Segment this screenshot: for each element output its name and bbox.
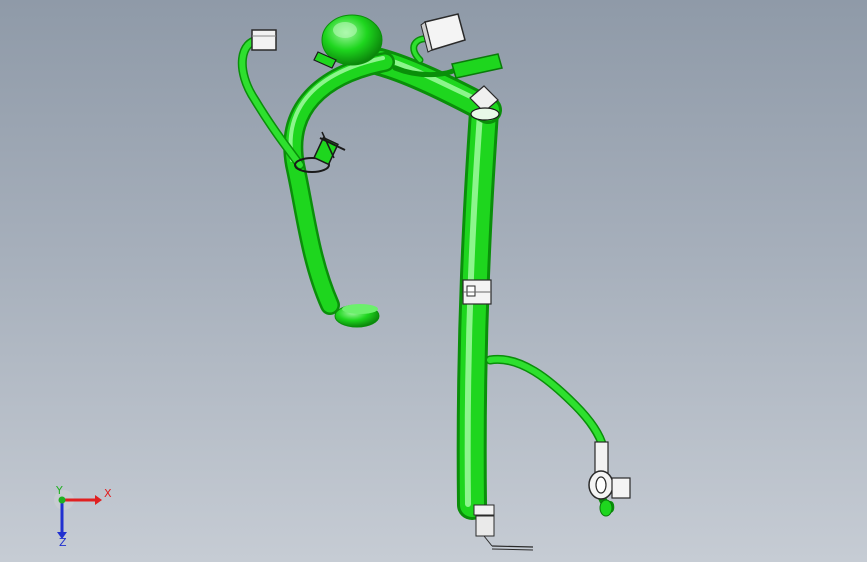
top-connector[interactable] xyxy=(420,13,466,53)
3d-viewport[interactable]: X Y Z xyxy=(0,0,867,562)
trunk-middle-clip[interactable] xyxy=(462,279,492,305)
bottom-connector[interactable] xyxy=(473,504,534,551)
left-arch-branch[interactable] xyxy=(283,52,395,315)
main-trunk[interactable] xyxy=(456,97,499,520)
y-axis-icon xyxy=(58,496,66,504)
right-connector[interactable] xyxy=(588,441,631,517)
top-left-connector[interactable] xyxy=(251,29,277,51)
y-axis-label: Y xyxy=(55,484,63,497)
wire-harness-model[interactable] xyxy=(0,0,867,562)
axis-triad: X Y Z xyxy=(54,484,112,548)
left-thin-wire[interactable] xyxy=(237,35,305,170)
z-axis-label: Z xyxy=(59,536,67,548)
green-tag[interactable] xyxy=(451,53,503,79)
bottom-left-cup[interactable] xyxy=(334,304,380,328)
x-axis-label: X xyxy=(104,487,112,500)
